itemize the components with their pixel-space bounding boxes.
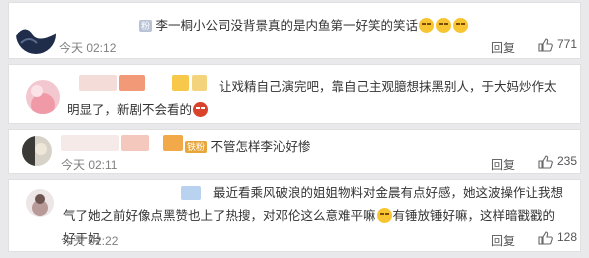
- thumbs-up-icon: [538, 231, 553, 245]
- like-button[interactable]: 235: [537, 154, 577, 170]
- reply-button[interactable]: 回复: [491, 232, 515, 249]
- avatar[interactable]: [25, 79, 61, 115]
- avatar[interactable]: [25, 188, 55, 218]
- comment-text-2: 让戏精自己演完吧，靠自己主观臆想抹黑别人，于大妈炒作太明显了，新剧不会看的: [67, 76, 567, 122]
- like-count: 235: [557, 154, 578, 169]
- like-button[interactable]: 128: [537, 230, 577, 246]
- thumbs-up-icon: [538, 155, 553, 169]
- timestamp: 今天 02:11: [61, 158, 118, 172]
- like-count: 771: [557, 37, 578, 52]
- timestamp: 今天 02:12: [59, 41, 117, 55]
- comment-text-3: 铁粉 不管怎样李沁好惨: [185, 136, 311, 155]
- redacted-badge: [163, 135, 183, 151]
- thumbs-up-icon: [538, 38, 553, 52]
- like-button[interactable]: 771: [537, 37, 577, 53]
- comment-body: 不管怎样李沁好惨: [210, 140, 311, 154]
- reply-button[interactable]: 回复: [491, 156, 515, 173]
- comment-card-4: 最近看乘风破浪的姐姐物料对金晨有点好感，她这波操作让我想气了她之前好像点黑赞也上…: [8, 179, 581, 252]
- fan-badge: 铁粉: [185, 141, 208, 153]
- redacted-username: [61, 135, 119, 151]
- comment-text-4: 最近看乘风破浪的姐姐物料对金晨有点好感，她这波操作让我想气了她之前好像点黑赞也上…: [63, 182, 563, 251]
- comment-card-1: 粉 李一桐小公司没背景真的是内鱼第一好笑的笑话 今天 02:12 回复 771: [8, 2, 581, 59]
- comment-card-3: 铁粉 不管怎样李沁好惨 今天 02:11 回复 235: [8, 129, 581, 174]
- smile-emoji-icon: [376, 208, 392, 223]
- like-count: 128: [557, 230, 578, 245]
- angry-emoji-icon: [193, 102, 209, 117]
- comment-body: 让戏精自己演完吧，靠自己主观臆想抹黑别人，于大妈炒作太明显了，新剧不会看的: [67, 80, 557, 117]
- comment-text-1: 粉 李一桐小公司没背景真的是内鱼第一好笑的笑话: [139, 15, 469, 34]
- fan-badge: 粉: [139, 20, 153, 32]
- timestamp: 今天 02:22: [61, 234, 119, 248]
- reply-button[interactable]: 回复: [491, 39, 515, 56]
- avatar[interactable]: [21, 135, 53, 167]
- avatar[interactable]: [15, 13, 57, 55]
- smile-emoji-icon: [419, 18, 435, 33]
- smile-emoji-icon: [436, 18, 452, 33]
- comment-card-2: 让戏精自己演完吧，靠自己主观臆想抹黑别人，于大妈炒作太明显了，新剧不会看的: [8, 64, 581, 124]
- redacted-username: [121, 135, 149, 151]
- comment-body: 李一桐小公司没背景真的是内鱼第一好笑的笑话: [155, 19, 419, 33]
- smile-emoji-icon: [453, 18, 469, 33]
